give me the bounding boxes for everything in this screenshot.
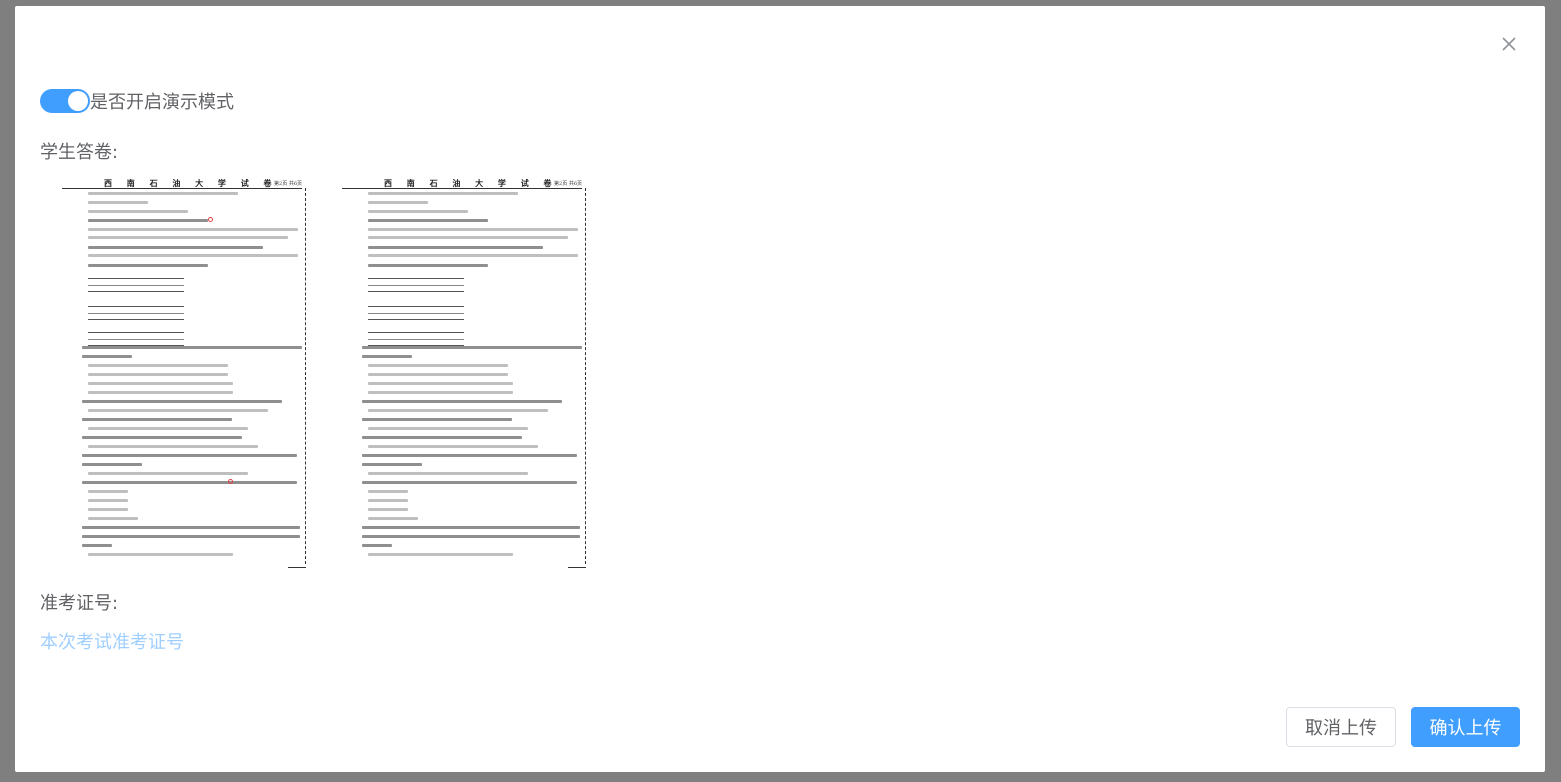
paper-text-line bbox=[368, 391, 513, 394]
paper-text-line bbox=[82, 454, 297, 457]
paper-text-line bbox=[362, 454, 577, 457]
paper-text-line bbox=[368, 490, 408, 493]
paper-corner-mark bbox=[568, 567, 586, 568]
paper-text-line bbox=[362, 418, 512, 421]
paper-text-line bbox=[88, 373, 228, 376]
paper-text-line bbox=[82, 400, 282, 403]
exam-number-input[interactable]: 本次考试准考证号 bbox=[40, 628, 184, 654]
paper-table bbox=[88, 306, 184, 320]
paper-text-line bbox=[368, 192, 518, 195]
paper-text-line bbox=[88, 409, 268, 412]
answer-sheet-thumbnail[interactable]: 西 南 石 油 大 学 试 卷 第2页 共6页 bbox=[62, 176, 308, 568]
paper-text-line bbox=[368, 254, 578, 257]
paper-binding-line bbox=[585, 188, 586, 564]
close-icon[interactable] bbox=[1499, 34, 1519, 54]
paper-text-line bbox=[368, 382, 513, 385]
paper-text-line bbox=[368, 445, 538, 448]
paper-text-line bbox=[368, 210, 468, 213]
paper-text-line bbox=[88, 517, 138, 520]
demo-mode-toggle[interactable] bbox=[40, 89, 90, 113]
paper-text-line bbox=[368, 553, 513, 556]
paper-page-number: 第2页 共6页 bbox=[274, 181, 302, 187]
paper-text-line bbox=[88, 382, 233, 385]
confirm-upload-button[interactable]: 确认上传 bbox=[1411, 707, 1520, 747]
answer-sheet-thumbnail[interactable]: 西 南 石 油 大 学 试 卷 第2页 共6页 bbox=[342, 176, 588, 568]
paper-text-line bbox=[88, 219, 208, 222]
grading-mark bbox=[228, 479, 233, 484]
paper-text-line bbox=[88, 246, 263, 249]
paper-text-line bbox=[362, 526, 580, 529]
paper-text-line bbox=[82, 355, 132, 358]
paper-text-line bbox=[88, 364, 228, 367]
paper-text-line bbox=[368, 264, 488, 267]
paper-text-line bbox=[368, 228, 578, 231]
paper-text-line bbox=[88, 490, 128, 493]
demo-mode-label: 是否开启演示模式 bbox=[90, 92, 234, 113]
paper-text-line bbox=[88, 192, 238, 195]
paper-text-line bbox=[368, 409, 548, 412]
paper-binding-line bbox=[305, 188, 306, 564]
paper-text-line bbox=[362, 544, 392, 547]
paper-text-line bbox=[368, 472, 528, 475]
paper-text-line bbox=[82, 418, 232, 421]
paper-text-line bbox=[82, 535, 300, 538]
paper-text-line bbox=[88, 210, 188, 213]
paper-table bbox=[368, 306, 464, 320]
paper-text-line bbox=[88, 472, 248, 475]
paper-text-line bbox=[88, 427, 248, 430]
paper-text-line bbox=[88, 236, 288, 239]
paper-text-line bbox=[362, 346, 582, 349]
paper-text-line bbox=[88, 508, 128, 511]
paper-text-line bbox=[88, 254, 298, 257]
paper-header-rule bbox=[62, 188, 302, 189]
paper-text-line bbox=[362, 400, 562, 403]
paper-text-line bbox=[88, 445, 258, 448]
paper-text-line bbox=[368, 427, 528, 430]
paper-table bbox=[88, 278, 184, 292]
paper-table bbox=[368, 278, 464, 292]
grading-mark bbox=[208, 217, 213, 222]
paper-text-line bbox=[82, 544, 112, 547]
paper-text-line bbox=[368, 373, 508, 376]
paper-text-line bbox=[368, 246, 543, 249]
paper-text-line bbox=[88, 201, 148, 204]
paper-header-rule bbox=[342, 188, 582, 189]
paper-text-line bbox=[82, 463, 142, 466]
student-answers-label: 学生答卷: bbox=[40, 142, 119, 163]
paper-text-line bbox=[368, 508, 408, 511]
paper-text-line bbox=[88, 391, 233, 394]
paper-text-line bbox=[362, 535, 580, 538]
paper-table bbox=[88, 332, 184, 346]
paper-text-line bbox=[368, 201, 428, 204]
paper-text-line bbox=[82, 526, 300, 529]
demo-mode-row: 是否开启演示模式 bbox=[40, 87, 234, 115]
toggle-knob bbox=[68, 91, 88, 111]
paper-text-line bbox=[368, 219, 488, 222]
paper-text-line bbox=[362, 436, 522, 439]
paper-corner-mark bbox=[288, 567, 306, 568]
upload-dialog: 是否开启演示模式 学生答卷: 西 南 石 油 大 学 试 卷 第2页 共6页 西… bbox=[15, 6, 1545, 772]
cancel-upload-button[interactable]: 取消上传 bbox=[1286, 707, 1396, 747]
paper-page-number: 第2页 共6页 bbox=[554, 181, 582, 187]
paper-text-line bbox=[88, 228, 298, 231]
paper-text-line bbox=[362, 481, 577, 484]
paper-text-line bbox=[368, 364, 508, 367]
paper-table bbox=[368, 332, 464, 346]
paper-text-line bbox=[88, 499, 128, 502]
paper-text-line bbox=[82, 481, 297, 484]
paper-text-line bbox=[88, 264, 208, 267]
paper-text-line bbox=[82, 436, 242, 439]
exam-number-label: 准考证号: bbox=[40, 593, 119, 614]
paper-text-line bbox=[368, 499, 408, 502]
paper-text-line bbox=[88, 553, 233, 556]
paper-text-line bbox=[368, 236, 568, 239]
paper-text-line bbox=[368, 517, 418, 520]
paper-text-line bbox=[362, 463, 422, 466]
paper-text-line bbox=[82, 346, 302, 349]
paper-text-line bbox=[362, 355, 412, 358]
